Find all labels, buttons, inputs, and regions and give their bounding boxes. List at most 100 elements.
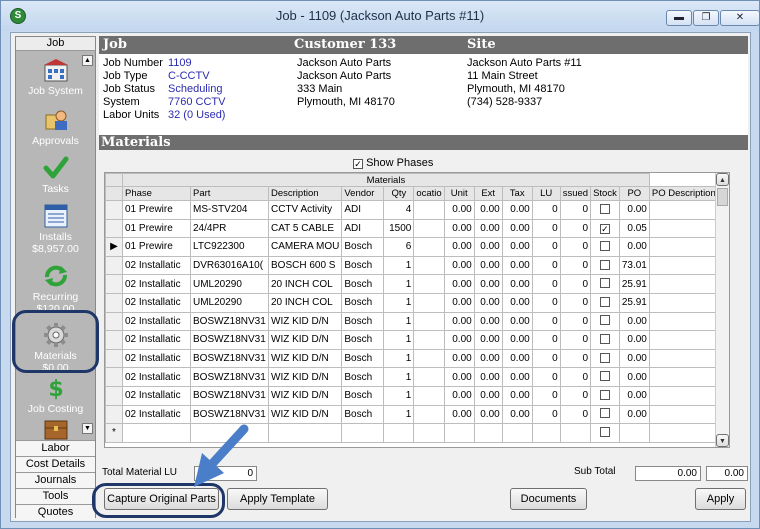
table-cell[interactable]: 0.00 <box>443 330 475 350</box>
table-cell[interactable]: Bosch <box>341 348 385 369</box>
table-cell[interactable]: BOSWZ18NV31 <box>190 367 269 387</box>
table-cell[interactable] <box>618 423 650 443</box>
table-cell[interactable]: 0.00 <box>501 200 533 220</box>
table-cell[interactable]: 0 <box>531 385 561 406</box>
table-cell[interactable] <box>590 274 620 294</box>
table-row[interactable]: 02 Installatic BOSWZ18NV31 WIZ KID D/N Bosc… <box>105 367 719 387</box>
column-header[interactable]: Description <box>267 186 343 201</box>
table-row[interactable]: 02 Installatic BOSWZ18NV31 WIZ KID D/N Bosc… <box>105 348 719 369</box>
table-cell[interactable]: 0.00 <box>473 367 503 387</box>
table-cell[interactable]: 0.05 <box>618 218 650 239</box>
table-cell[interactable]: 0 <box>531 367 561 387</box>
apply-button[interactable]: Apply <box>695 488 746 510</box>
table-cell[interactable]: 0 <box>559 274 592 294</box>
show-phases-toggle[interactable]: ✓ Show Phases <box>353 157 433 169</box>
stock-checkbox[interactable] <box>599 240 610 251</box>
table-cell[interactable]: 0 <box>531 330 561 350</box>
table-cell[interactable] <box>648 292 719 313</box>
table-cell[interactable]: 0.00 <box>501 311 533 332</box>
table-cell[interactable] <box>648 237 719 257</box>
table-cell[interactable]: DVR63016A10( <box>190 255 269 276</box>
table-cell[interactable] <box>590 292 620 313</box>
table-row[interactable]: 02 Installatic UML20290 20 INCH COL Bosch 1 0… <box>105 292 719 313</box>
table-cell[interactable]: 1 <box>383 311 415 332</box>
table-cell[interactable]: 0.00 <box>443 255 475 276</box>
grid-vertical-scrollbar[interactable]: ▲ ▼ <box>715 173 729 447</box>
table-cell[interactable] <box>648 200 719 220</box>
table-cell[interactable]: 1 <box>383 367 415 387</box>
table-cell[interactable]: 02 Installatic <box>122 404 191 425</box>
table-cell[interactable]: Bosch <box>341 330 385 350</box>
table-cell[interactable]: 0.00 <box>443 311 475 332</box>
column-header[interactable]: Phase <box>122 186 191 201</box>
table-cell[interactable]: 0.00 <box>473 385 503 406</box>
table-cell[interactable] <box>648 348 719 369</box>
table-cell[interactable]: Bosch <box>341 237 385 257</box>
table-cell[interactable]: 0.00 <box>618 200 650 220</box>
table-row[interactable]: 02 Installatic UML20290 20 INCH COL Bosch 1 0… <box>105 274 719 294</box>
table-cell[interactable]: 0.00 <box>473 348 503 369</box>
table-cell[interactable]: 02 Installatic <box>122 330 191 350</box>
table-cell[interactable]: CAMERA MOU <box>267 237 343 257</box>
table-cell[interactable]: BOSWZ18NV31 <box>190 348 269 369</box>
table-cell[interactable]: WIZ KID D/N <box>267 367 343 387</box>
apply-template-button[interactable]: Apply Template <box>227 488 328 510</box>
scroll-down-button[interactable]: ▼ <box>716 434 729 447</box>
table-cell[interactable] <box>648 255 719 276</box>
table-cell[interactable] <box>590 385 620 406</box>
row-selector[interactable] <box>105 330 123 350</box>
minimize-button[interactable]: ▬ <box>666 10 692 26</box>
job-status-value[interactable]: Scheduling <box>168 83 222 95</box>
sidebar-header[interactable]: Job <box>16 37 95 51</box>
table-cell[interactable]: ADI <box>341 200 385 220</box>
table-cell[interactable] <box>648 218 719 239</box>
row-selector[interactable] <box>105 404 123 425</box>
stock-checkbox[interactable] <box>599 315 610 326</box>
table-cell[interactable]: 0.00 <box>473 330 503 350</box>
table-cell[interactable]: 01 Prewire <box>122 237 191 257</box>
table-cell[interactable]: 0 <box>559 348 592 369</box>
column-header[interactable]: Stock <box>590 186 620 201</box>
stock-checkbox[interactable] <box>599 203 610 214</box>
table-cell[interactable] <box>413 348 445 369</box>
table-cell[interactable] <box>648 404 719 425</box>
restore-button[interactable]: ❐ <box>693 10 719 26</box>
table-cell[interactable]: 0.00 <box>618 404 650 425</box>
table-cell[interactable] <box>443 423 475 443</box>
table-cell[interactable]: 0.00 <box>501 255 533 276</box>
table-cell[interactable]: 1500 <box>383 218 415 239</box>
table-row[interactable]: 02 Installatic BOSWZ18NV31 WIZ KID D/N Bosc… <box>105 404 719 425</box>
table-cell[interactable]: 0.00 <box>501 330 533 350</box>
table-cell[interactable]: 0 <box>531 404 561 425</box>
table-cell[interactable]: 02 Installatic <box>122 274 191 294</box>
column-header[interactable]: PO <box>618 186 650 201</box>
table-cell[interactable]: Bosch <box>341 385 385 406</box>
stock-checkbox[interactable] <box>599 371 610 382</box>
table-row[interactable]: 01 Prewire 24/4PR CAT 5 CABLE ADI 1500 0.00 0.… <box>105 218 719 239</box>
table-cell[interactable]: Bosch <box>341 404 385 425</box>
table-cell[interactable]: 0.00 <box>443 348 475 369</box>
labor-units-value[interactable]: 32 (0 Used) <box>168 109 225 121</box>
table-cell[interactable]: BOSCH 600 S <box>267 255 343 276</box>
row-selector[interactable] <box>105 274 123 294</box>
sidebar-item-job-system[interactable]: Job System <box>16 57 95 97</box>
table-cell[interactable] <box>648 367 719 387</box>
table-cell[interactable] <box>413 274 445 294</box>
table-cell[interactable]: ADI <box>341 218 385 239</box>
table-cell[interactable]: 24/4PR <box>190 218 269 239</box>
table-cell[interactable]: WIZ KID D/N <box>267 348 343 369</box>
table-cell[interactable]: 25.91 <box>618 292 650 313</box>
table-cell[interactable] <box>122 423 191 443</box>
table-cell[interactable]: Bosch <box>341 367 385 387</box>
table-cell[interactable]: Bosch <box>341 292 385 313</box>
table-cell[interactable]: Bosch <box>341 311 385 332</box>
column-header[interactable]: ssued <box>559 186 592 201</box>
table-cell[interactable]: 0.00 <box>501 385 533 406</box>
table-row[interactable]: 02 Installatic DVR63016A10(BOSCH 600 S Bos… <box>105 255 719 276</box>
table-cell[interactable]: 0.00 <box>501 237 533 257</box>
column-header[interactable]: ocatio <box>413 186 445 201</box>
table-cell[interactable] <box>413 330 445 350</box>
stock-checkbox[interactable] <box>599 333 610 344</box>
table-cell[interactable]: LTC922300 <box>190 237 269 257</box>
sidebar-tab-labor[interactable]: Labor <box>16 440 95 456</box>
